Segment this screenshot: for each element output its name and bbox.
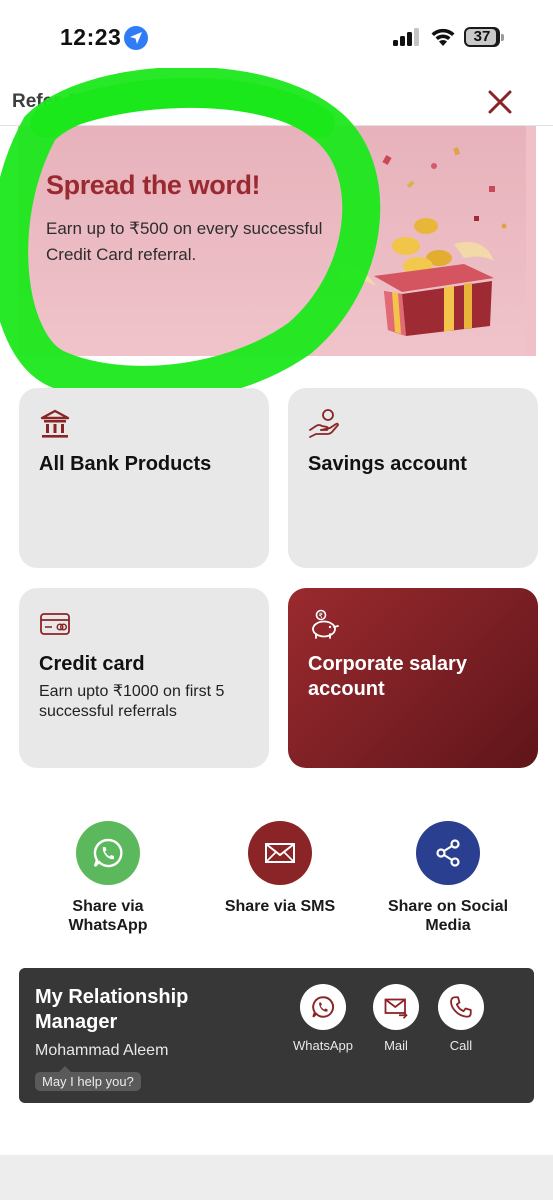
card-corporate-salary-account[interactable]: ₹ Corporate salary account — [288, 588, 538, 768]
credit-card-icon — [39, 608, 71, 640]
referral-banner[interactable]: Spread the word! Earn up to ₹500 on ever… — [18, 126, 536, 356]
piggy-bank-icon: ₹ — [308, 608, 340, 640]
card-title: Savings account — [308, 453, 467, 475]
location-arrow-icon — [124, 26, 148, 50]
gift-box-illustration — [334, 147, 507, 336]
hand-coin-icon — [308, 408, 340, 440]
rm-action-label: Call — [449, 1038, 473, 1053]
mail-send-icon — [373, 984, 419, 1030]
status-bar: 12:23 37 — [0, 0, 553, 76]
status-time: 12:23 — [60, 24, 122, 50]
card-description: Earn upto ₹1000 on first 5 successful re… — [39, 683, 225, 720]
card-title: All Bank Products — [39, 453, 212, 475]
card-credit-card[interactable]: Credit card Earn upto ₹1000 on first 5 s… — [19, 588, 269, 768]
rm-action-label: WhatsApp — [293, 1038, 353, 1053]
battery-icon: 37 — [464, 27, 504, 47]
share-sms-button[interactable]: Share via SMS — [205, 821, 355, 916]
share-label: Share via SMS — [224, 898, 336, 915]
share-icon — [416, 821, 480, 885]
svg-text:₹: ₹ — [319, 612, 324, 620]
whatsapp-icon — [300, 984, 346, 1030]
bottom-bar — [0, 1155, 553, 1200]
rm-action-label: Mail — [384, 1038, 408, 1053]
share-social-media-button[interactable]: Share on Social Media — [373, 821, 523, 935]
card-title: Credit card — [39, 653, 145, 675]
card-all-bank-products[interactable]: All Bank Products — [19, 388, 269, 568]
battery-level: 37 — [473, 28, 491, 45]
page-title: Refer & Earn — [12, 91, 128, 112]
rm-title: My Relationship Manager — [35, 986, 189, 1033]
bank-icon — [39, 408, 71, 440]
whatsapp-icon — [76, 821, 140, 885]
close-icon[interactable] — [484, 86, 516, 118]
wifi-icon — [429, 26, 457, 48]
envelope-icon — [248, 821, 312, 885]
cellular-signal-icon — [393, 28, 421, 46]
share-label: Share via WhatsApp — [68, 898, 148, 934]
banner-title: Spread the word! — [46, 170, 261, 200]
card-savings-account[interactable]: Savings account — [288, 388, 538, 568]
relationship-manager-card: My Relationship Manager Mohammad Aleem M… — [19, 968, 534, 1103]
banner-subtitle: Earn up to ₹500 on every successful Cred… — [46, 219, 323, 264]
rm-mail-button[interactable]: Mail — [366, 984, 426, 1053]
rm-whatsapp-button[interactable]: WhatsApp — [293, 984, 353, 1053]
rm-call-button[interactable]: Call — [431, 984, 491, 1053]
rm-name: Mohammad Aleem — [35, 1042, 169, 1059]
share-whatsapp-button[interactable]: Share via WhatsApp — [33, 821, 183, 935]
card-title: Corporate salary account — [308, 653, 467, 700]
help-chip[interactable]: May I help you? — [35, 1072, 141, 1091]
share-label: Share on Social Media — [387, 898, 509, 934]
app-header: Refer & Earn — [0, 76, 553, 126]
phone-icon — [438, 984, 484, 1030]
